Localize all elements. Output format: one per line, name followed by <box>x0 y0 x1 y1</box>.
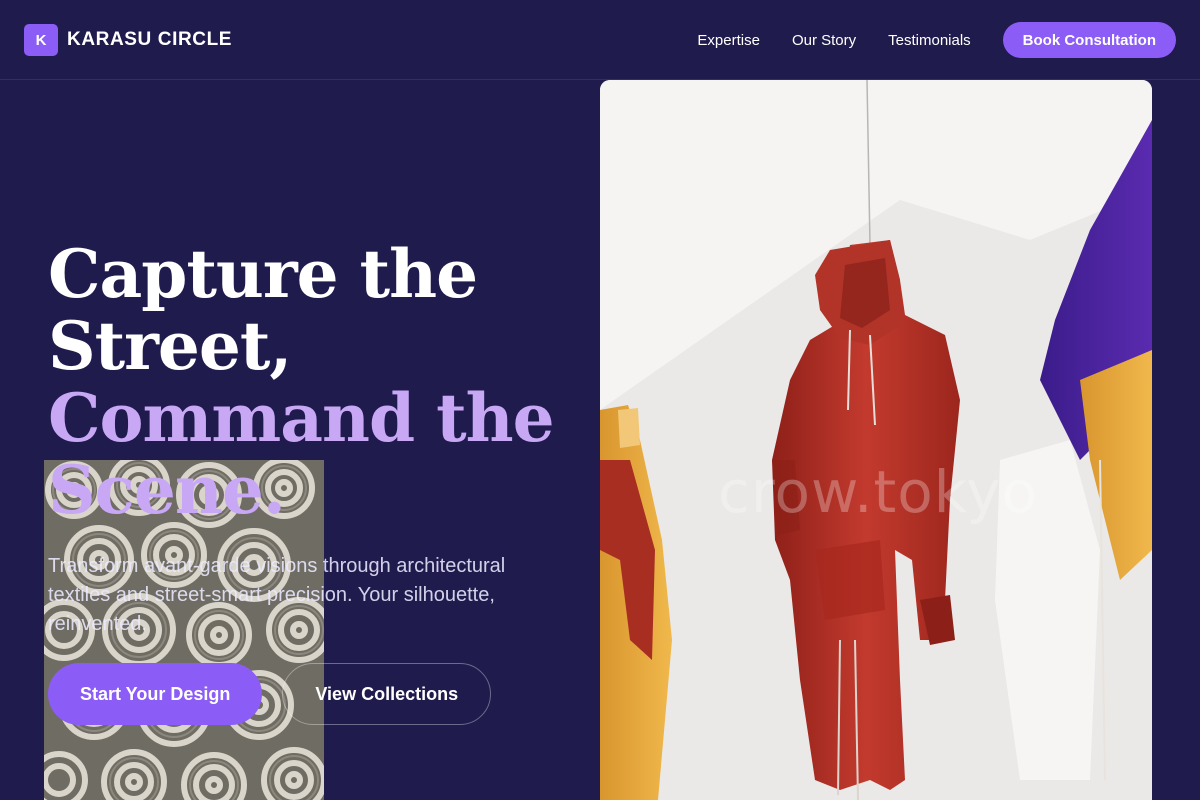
hero-actions: Start Your Design View Collections <box>48 663 492 725</box>
headline-line-2: Street, <box>48 307 292 385</box>
logo-mark-icon: K <box>24 24 58 56</box>
watermark-text: crow.tokyo <box>718 458 1039 526</box>
hero-headline: Capture the Street, Command the Scene. <box>48 238 588 526</box>
hero-garments-image: crow.tokyo <box>600 80 1152 800</box>
nav-link-our-story[interactable]: Our Story <box>792 32 856 49</box>
main-nav: Expertise Our Story Testimonials Book Co… <box>697 22 1176 58</box>
headline-line-4: Scene. <box>48 451 286 529</box>
brand-name: KARASU CIRCLE <box>67 29 233 50</box>
view-collections-button[interactable]: View Collections <box>282 663 492 725</box>
book-consultation-button[interactable]: Book Consultation <box>1002 22 1176 58</box>
nav-link-expertise[interactable]: Expertise <box>697 32 760 49</box>
landing-page: K KARASU CIRCLE Expertise Our Story Test… <box>0 0 1200 800</box>
site-header: K KARASU CIRCLE Expertise Our Story Test… <box>0 0 1200 80</box>
start-design-button[interactable]: Start Your Design <box>48 663 263 725</box>
headline-line-1: Capture the <box>48 235 478 313</box>
hero-section: Capture the Street, Command the Scene. T… <box>48 238 588 639</box>
headline-line-3: Command the <box>48 379 555 457</box>
hero-lead-text: Transform avant-garde visions through ar… <box>48 555 506 635</box>
garments-illustration <box>600 80 1152 800</box>
brand-logo[interactable]: K KARASU CIRCLE <box>24 24 232 56</box>
nav-link-testimonials[interactable]: Testimonials <box>888 32 971 49</box>
